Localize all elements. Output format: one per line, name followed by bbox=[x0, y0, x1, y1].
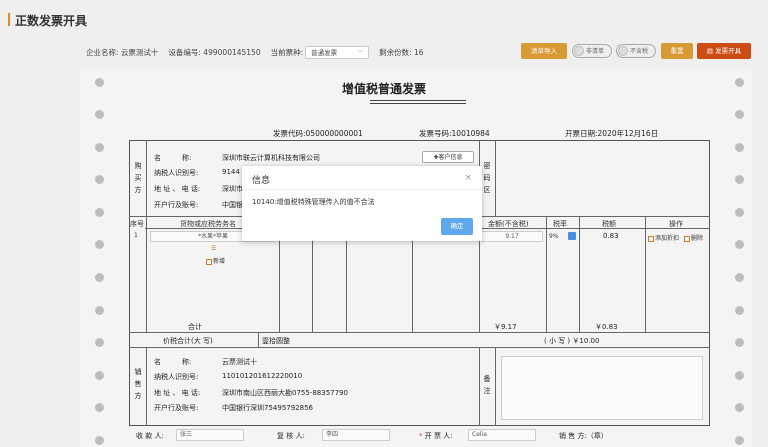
dialog-message: 10140:增值税特殊管理传入的值不合法 bbox=[252, 198, 375, 206]
close-icon[interactable]: × bbox=[464, 173, 472, 183]
info-dialog: 信息 × 10140:增值税特殊管理传入的值不合法 确定 bbox=[242, 166, 482, 241]
confirm-button[interactable]: 确定 bbox=[441, 218, 473, 235]
dialog-divider bbox=[242, 189, 482, 190]
dialog-title: 信息 bbox=[252, 176, 271, 186]
